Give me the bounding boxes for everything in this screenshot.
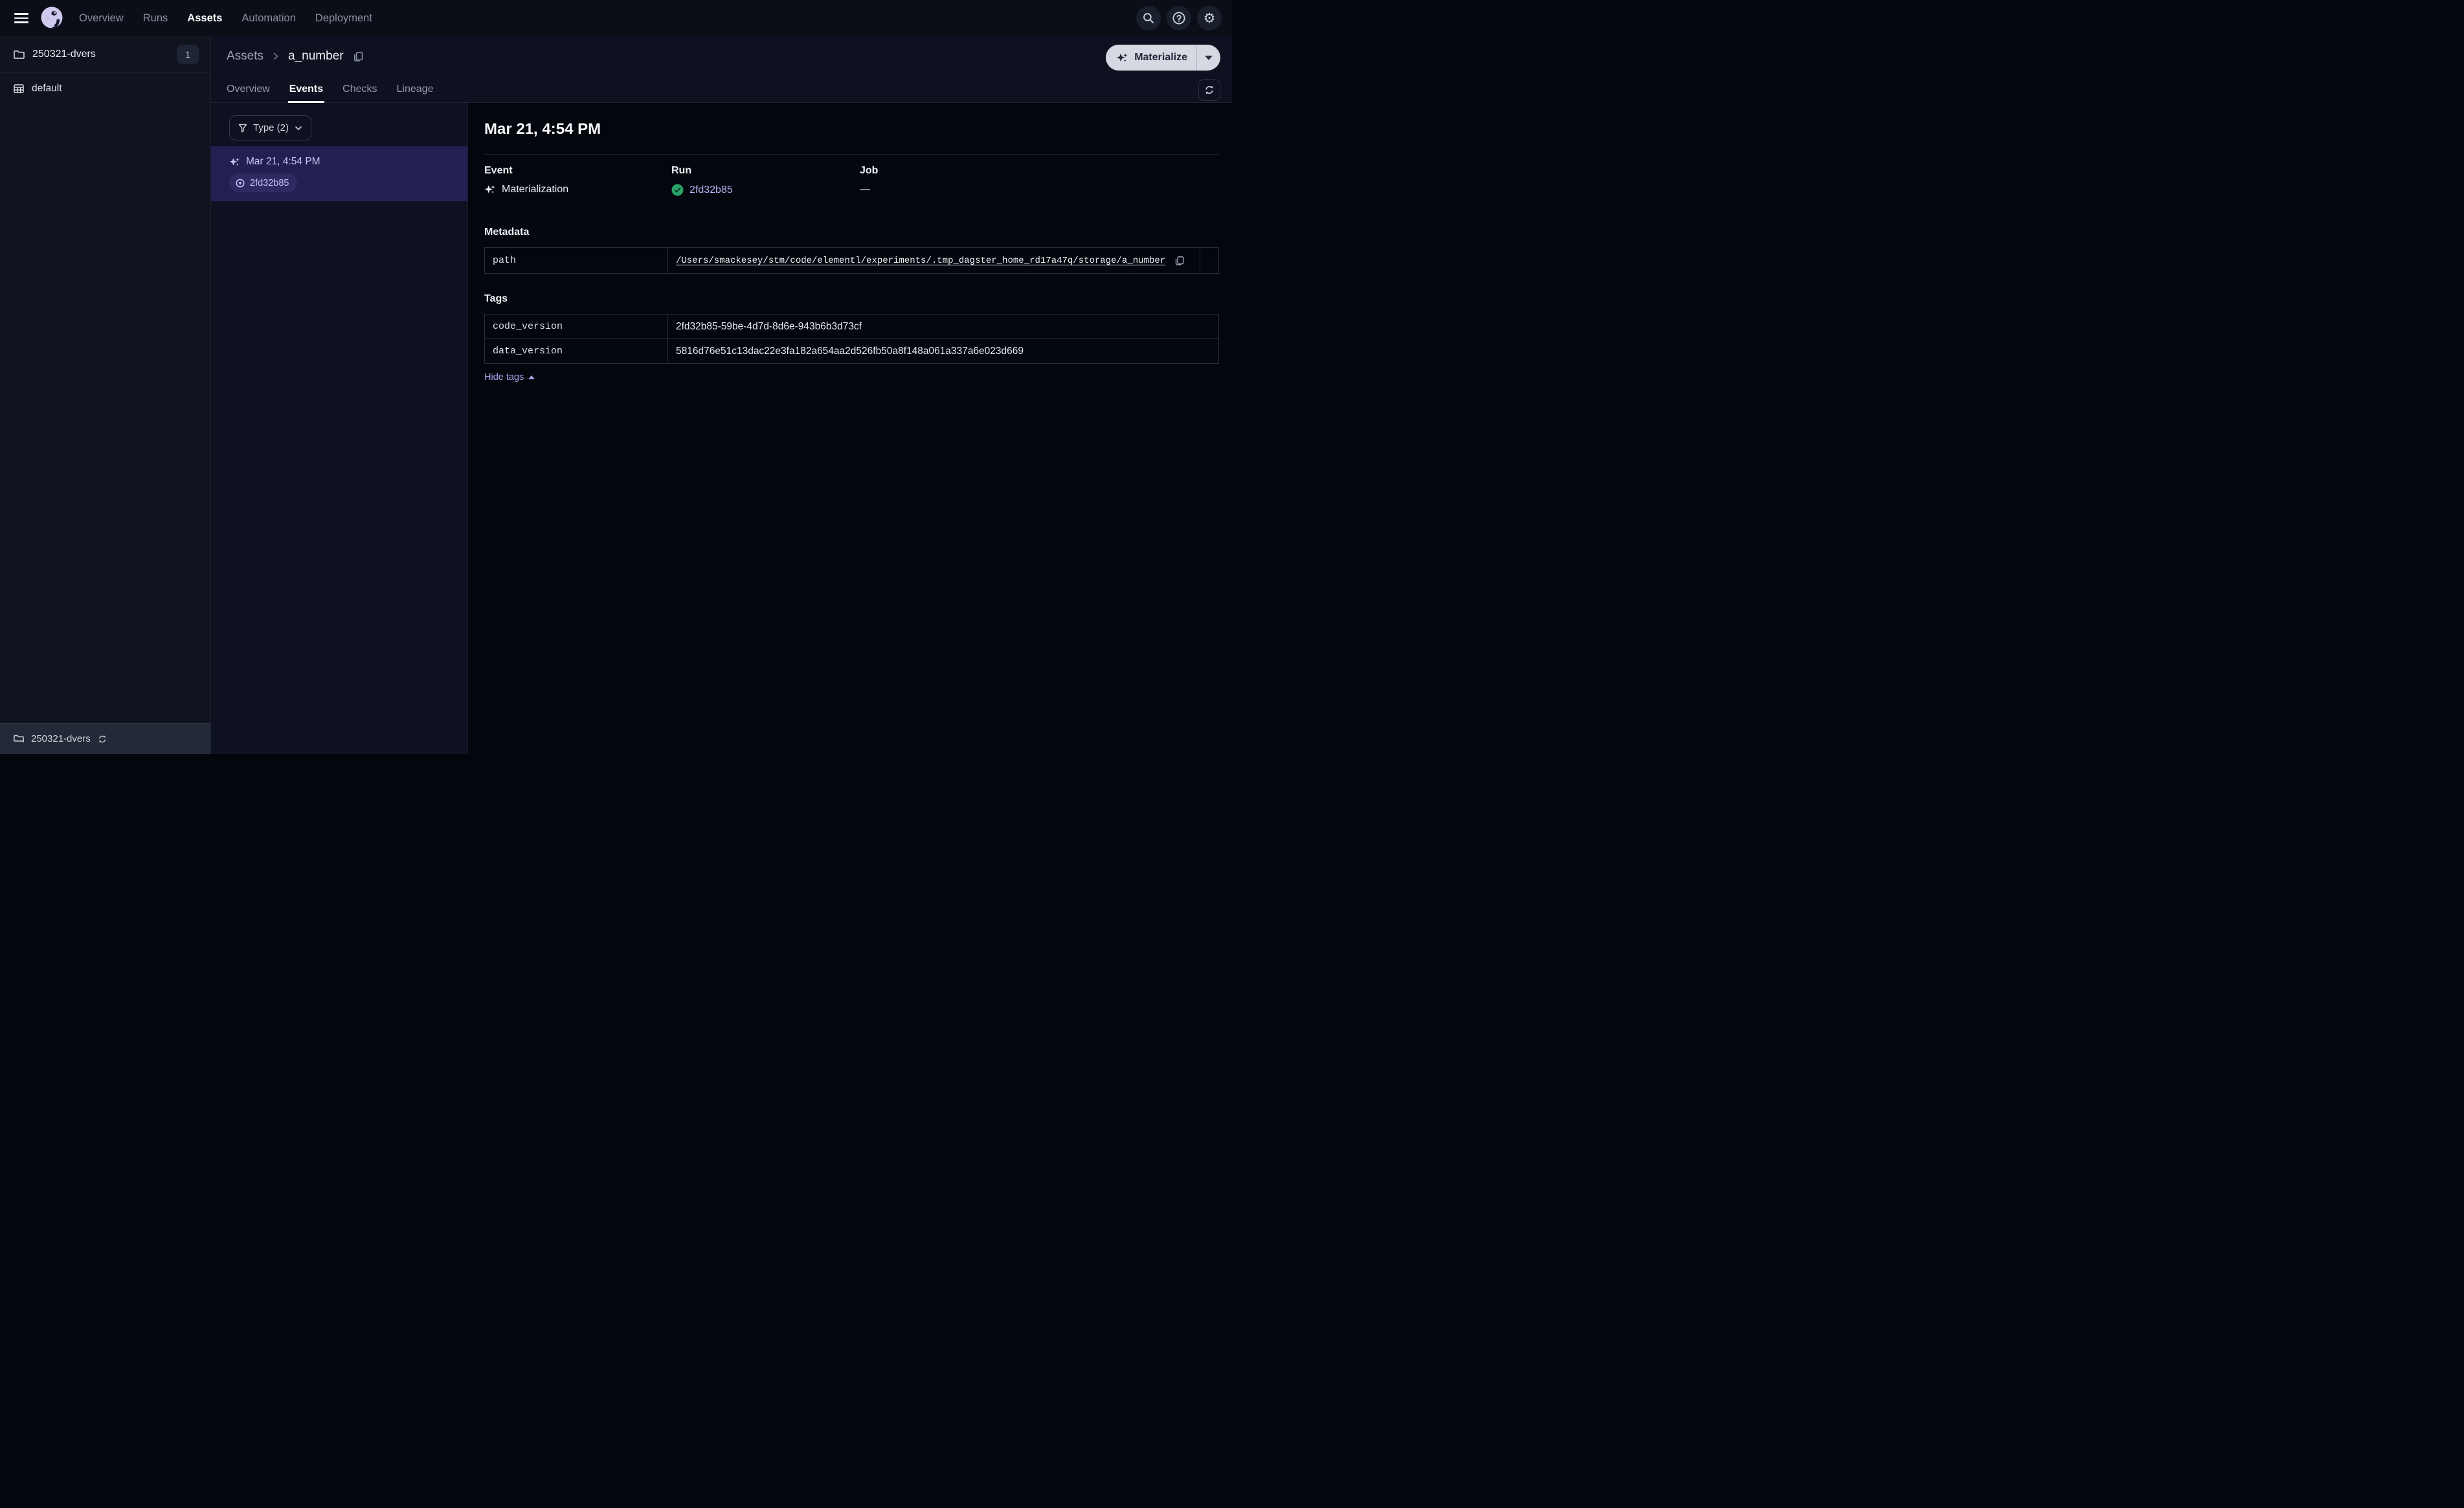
sidebar-item-label: default xyxy=(32,83,62,94)
metadata-table: path /Users/smackesey/stm/code/elementl/… xyxy=(484,247,1219,274)
run-target-icon xyxy=(236,179,245,187)
metadata-table-end-cell xyxy=(1200,248,1218,273)
copy-path-button[interactable] xyxy=(1174,255,1185,267)
sidebar-group-row[interactable]: 250321-dvers 1 xyxy=(0,36,210,73)
tag-row-code-version: code_version 2fd32b85-59be-4d7d-8d6e-943… xyxy=(485,315,1218,338)
type-filter-label: Type (2) xyxy=(253,122,289,133)
copy-asset-name-button[interactable] xyxy=(352,50,364,63)
detail-divider xyxy=(484,154,1219,155)
job-column-label: Job xyxy=(860,165,879,176)
tag-value-cell: 5816d76e51c13dac22e3fa182a654aa2d526fb50… xyxy=(676,345,1024,357)
search-icon xyxy=(1143,13,1154,23)
event-item-run-row: 2fd32b85 xyxy=(229,173,457,192)
materialization-sparkle-icon xyxy=(484,185,495,194)
nav-item-runs[interactable]: Runs xyxy=(143,12,168,25)
run-id-link[interactable]: 2fd32b85 xyxy=(689,184,733,196)
event-detail-title: Mar 21, 4:54 PM xyxy=(484,120,601,138)
folder-icon xyxy=(14,50,25,59)
tab-lineage[interactable]: Lineage xyxy=(397,76,434,102)
tab-overview[interactable]: Overview xyxy=(227,76,270,102)
hide-tags-label: Hide tags xyxy=(484,372,524,383)
help-icon xyxy=(1172,12,1185,25)
event-summary-columns: Event Materialization Run 2fd32b85 Job — xyxy=(484,165,1219,196)
top-nav: Overview Runs Assets Automation Deployme… xyxy=(0,0,1232,36)
reload-icon[interactable] xyxy=(97,734,107,744)
tag-row-data-version: data_version 5816d76e51c13dac22e3fa182a6… xyxy=(485,338,1218,363)
page-title: a_number xyxy=(288,49,344,63)
asset-group-icon xyxy=(14,84,24,93)
job-value: — xyxy=(860,184,870,195)
nav-item-assets[interactable]: Assets xyxy=(187,12,222,25)
job-column: Job — xyxy=(860,165,1219,196)
settings-button[interactable]: ⚙ xyxy=(1197,6,1222,30)
event-detail-pane: Mar 21, 4:54 PM Event Materialization Ru… xyxy=(469,103,1232,754)
chevron-down-icon xyxy=(295,126,302,130)
primary-nav: Overview Runs Assets Automation Deployme… xyxy=(79,12,372,25)
search-button[interactable] xyxy=(1136,6,1161,30)
hide-tags-link[interactable]: Hide tags xyxy=(484,372,535,383)
metadata-path-link[interactable]: /Users/smackesey/stm/code/elementl/exper… xyxy=(676,256,1165,266)
app-root: Overview Runs Assets Automation Deployme… xyxy=(0,0,1232,754)
type-filter-button[interactable]: Type (2) xyxy=(229,115,312,140)
asset-sidebar: 250321-dvers 1 default 250321-dvers xyxy=(0,36,211,754)
refresh-button[interactable] xyxy=(1198,79,1220,101)
event-item-run-id: 2fd32b85 xyxy=(250,177,289,188)
metadata-key-cell: path xyxy=(485,248,668,273)
run-value: 2fd32b85 xyxy=(671,184,860,196)
tag-key-cell: code_version xyxy=(485,315,668,338)
materialization-sparkle-icon xyxy=(229,157,240,166)
copy-icon xyxy=(353,51,363,61)
sidebar-group-label: 250321-dvers xyxy=(32,49,96,60)
caret-up-icon xyxy=(528,375,535,379)
materialize-split-button: Materialize xyxy=(1106,45,1220,71)
event-column: Event Materialization xyxy=(484,165,671,196)
tags-table: code_version 2fd32b85-59be-4d7d-8d6e-943… xyxy=(484,314,1219,364)
asset-tabs: Overview Events Checks Lineage xyxy=(211,76,1232,103)
nav-item-overview[interactable]: Overview xyxy=(79,12,124,25)
event-item-header: Mar 21, 4:54 PM xyxy=(229,156,457,168)
run-success-icon xyxy=(671,184,684,196)
event-list-item-selected[interactable]: Mar 21, 4:54 PM 2fd32b85 xyxy=(211,146,467,201)
breadcrumb-assets-link[interactable]: Assets xyxy=(227,49,263,63)
tab-checks[interactable]: Checks xyxy=(342,76,377,102)
nav-actions: ⚙ xyxy=(1136,6,1222,30)
copy-icon xyxy=(1175,256,1184,265)
refresh-icon xyxy=(1205,85,1213,94)
sidebar-footer-label: 250321-dvers xyxy=(31,733,91,744)
page-header: Assets a_number Materialize Overview Eve… xyxy=(211,36,1232,103)
sidebar-group-count-badge: 1 xyxy=(177,45,199,64)
sidebar-footer-code-location[interactable]: 250321-dvers xyxy=(0,723,210,754)
event-column-label: Event xyxy=(484,165,513,176)
nav-item-automation[interactable]: Automation xyxy=(241,12,295,25)
event-item-timestamp: Mar 21, 4:54 PM xyxy=(246,156,320,167)
breadcrumb-chevron-icon xyxy=(273,52,278,60)
materialize-button-label: Materialize xyxy=(1134,52,1187,63)
tag-value-cell: 2fd32b85-59be-4d7d-8d6e-943b6b3d73cf xyxy=(676,320,862,332)
tag-key-cell: data_version xyxy=(485,339,668,363)
nav-item-deployment[interactable]: Deployment xyxy=(315,12,372,25)
hamburger-menu-icon[interactable] xyxy=(14,13,28,23)
materialize-sparkle-icon xyxy=(1116,52,1128,62)
tags-heading: Tags xyxy=(484,293,508,304)
run-column: Run 2fd32b85 xyxy=(671,165,860,196)
dagster-logo[interactable] xyxy=(38,4,66,32)
event-item-run-pill[interactable]: 2fd32b85 xyxy=(229,173,298,192)
folder-icon xyxy=(14,735,24,742)
breadcrumb: Assets a_number xyxy=(211,36,1232,76)
run-column-label: Run xyxy=(671,165,692,176)
metadata-heading: Metadata xyxy=(484,227,530,238)
tab-events[interactable]: Events xyxy=(287,76,325,103)
event-type-value: Materialization xyxy=(484,184,671,195)
dropdown-caret-icon xyxy=(1205,55,1213,60)
gear-icon: ⚙ xyxy=(1203,10,1216,26)
materialize-button[interactable]: Materialize xyxy=(1106,45,1196,71)
help-button[interactable] xyxy=(1167,6,1191,30)
metadata-value-cell: /Users/smackesey/stm/code/elementl/exper… xyxy=(668,248,1200,273)
filter-funnel-icon xyxy=(238,124,247,132)
events-list-panel: Type (2) Mar 21, 4:54 PM 2fd32b85 xyxy=(211,103,468,754)
event-type-label: Materialization xyxy=(502,184,569,195)
sidebar-item-default[interactable]: default xyxy=(0,73,210,104)
